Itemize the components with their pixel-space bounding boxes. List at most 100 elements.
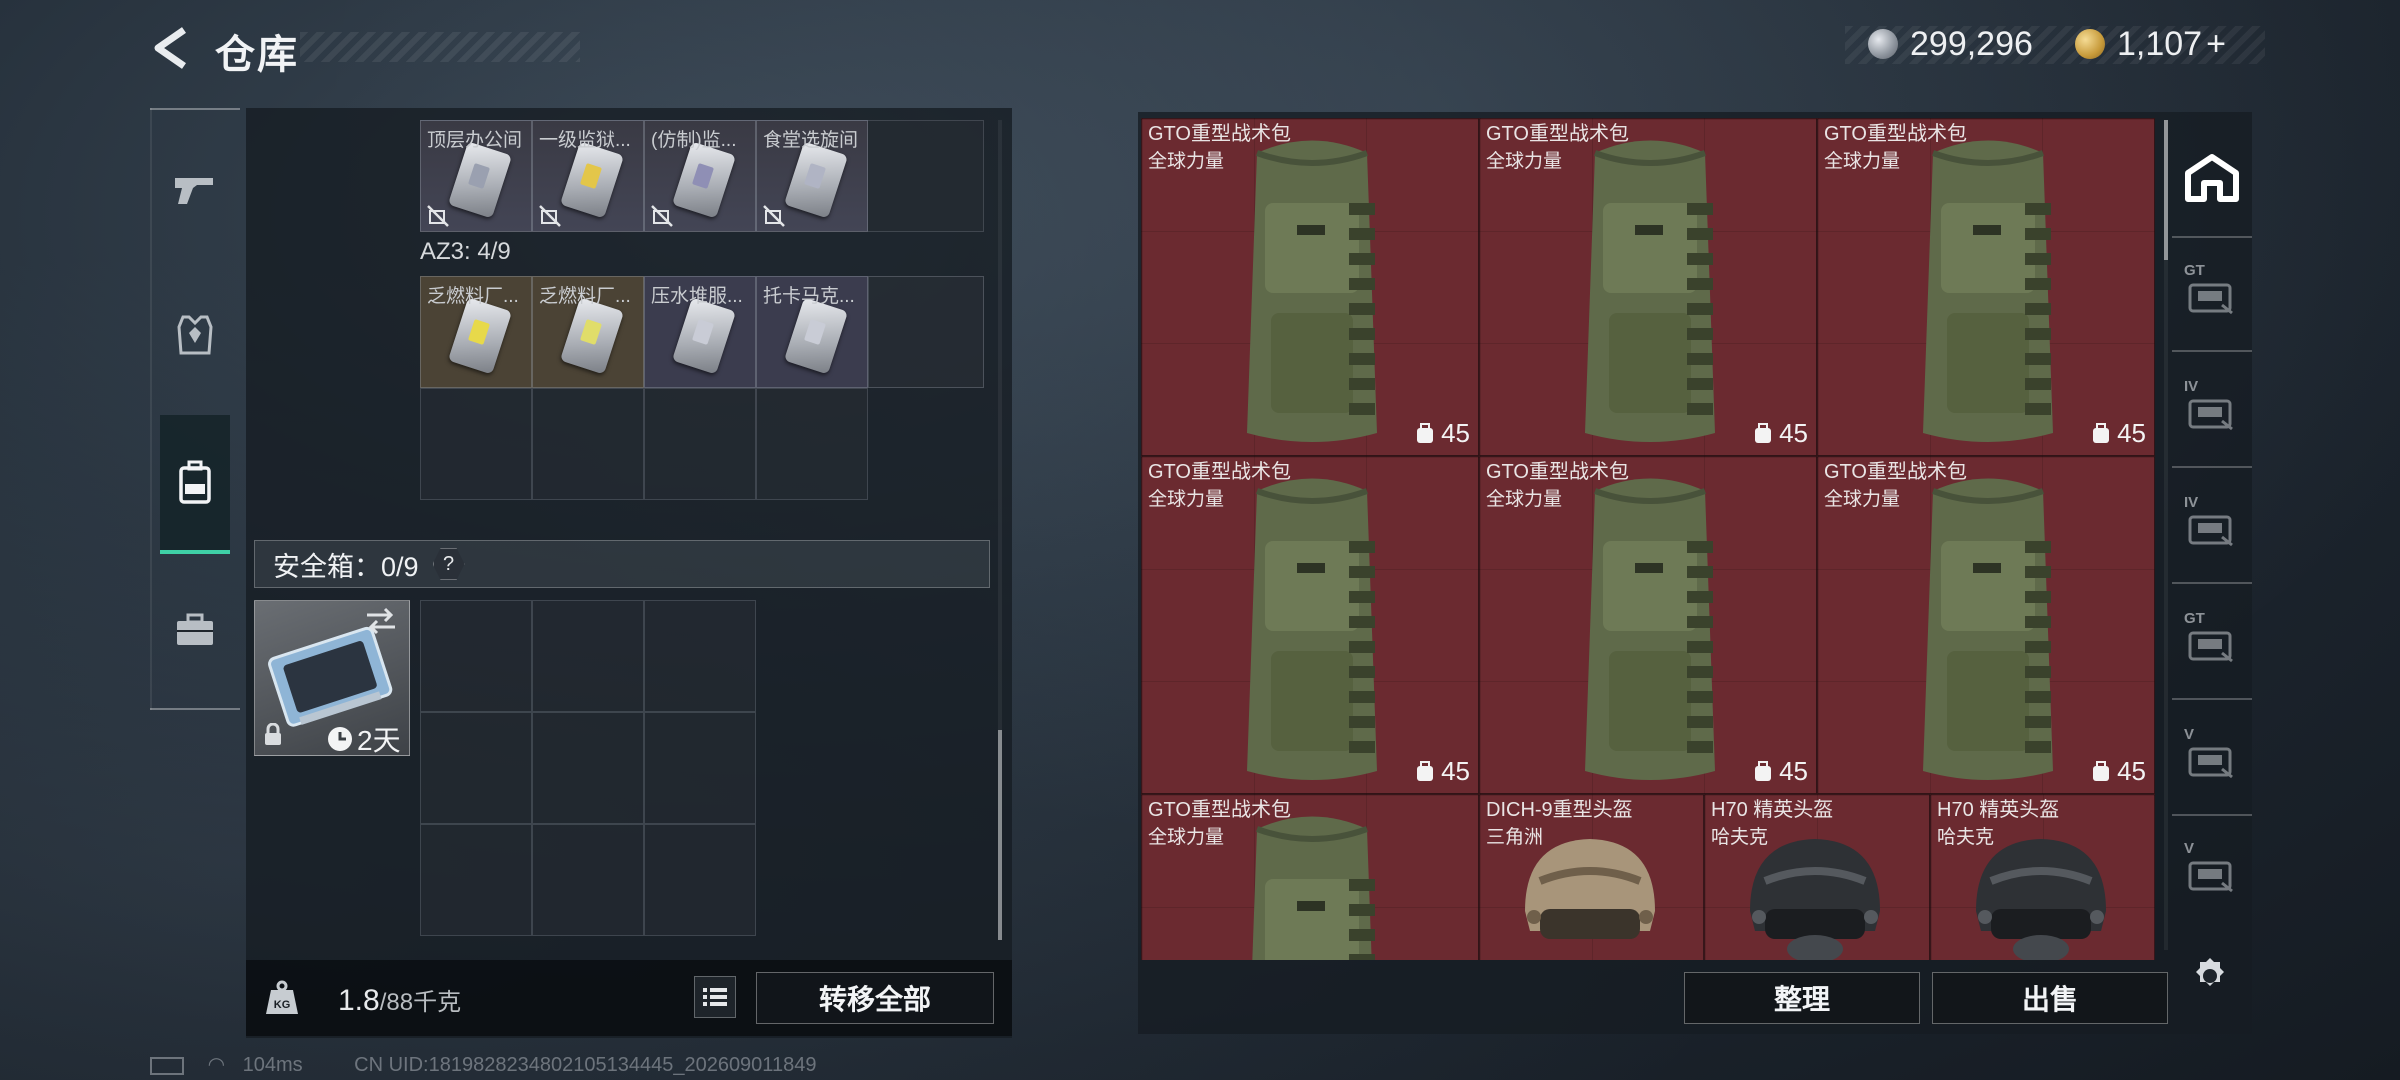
storage-item-name: GTO重型战术包 (1824, 123, 1967, 145)
az-container-label: AZ3: 4/9 (420, 238, 511, 265)
item-art (1237, 133, 1387, 455)
item-capacity: 45 (1753, 756, 1808, 787)
back-arrow-icon[interactable] (150, 26, 194, 70)
item-name: 托卡马克... (763, 286, 855, 307)
safe-box-slot[interactable] (420, 600, 532, 712)
safe-box-slot[interactable] (532, 824, 644, 936)
category-backpack[interactable] (160, 415, 230, 554)
empty-slot[interactable] (420, 388, 532, 500)
item-name: 压水堆服... (651, 286, 743, 307)
safe-box-slot[interactable] (532, 712, 644, 824)
capacity-icon (2093, 760, 2110, 781)
storage-item[interactable]: GTO重型战术包 全球力量 (1141, 794, 1479, 960)
armor-vest-icon (177, 315, 213, 355)
storage-item-faction: 三角洲 (1486, 827, 1544, 848)
container-item[interactable]: 乏燃料厂... (532, 276, 644, 388)
storage-item[interactable]: GTO重型战术包 全球力量 45 (1141, 456, 1479, 794)
storage-scrollbar-thumb[interactable] (2164, 120, 2168, 260)
list-view-button[interactable] (694, 976, 736, 1018)
safe-box-slot[interactable] (532, 600, 644, 712)
item-name: 乏燃料厂... (427, 286, 519, 307)
svg-text:KG: KG (274, 999, 291, 1011)
container-item[interactable]: 顶层办公间 (420, 120, 532, 232)
gold-coin-icon (2075, 29, 2105, 59)
backpack-item-icon (1585, 140, 1715, 442)
item-art (1237, 471, 1387, 793)
capacity-icon (2093, 422, 2110, 443)
item-capacity: 45 (1415, 418, 1470, 449)
home-storage-icon (2185, 154, 2239, 202)
title-decoration (300, 32, 580, 62)
storage-tab-1[interactable] (2182, 148, 2242, 208)
storage-item[interactable]: GTO重型战术包 全球力量 45 (1479, 118, 1817, 456)
item-capacity-value: 45 (1441, 418, 1470, 448)
currency-silver: 299,296 (1868, 22, 2033, 66)
item-name: 顶层办公间 (427, 130, 523, 151)
storage-item[interactable]: H70 精英头盔 哈夫克 (1930, 794, 2155, 960)
item-capacity: 45 (1415, 756, 1470, 787)
storage-item[interactable]: DICH-9重型头盔 三角洲 (1479, 794, 1704, 960)
storage-item[interactable]: H70 精英头盔 哈夫克 (1704, 794, 1930, 960)
empty-slot[interactable] (644, 388, 756, 500)
safe-box-header: 安全箱：0/9 ? (254, 540, 990, 588)
empty-slot[interactable] (756, 388, 868, 500)
storage-tab-2[interactable]: GT (2182, 262, 2242, 322)
empty-slot[interactable] (868, 276, 984, 388)
container-item[interactable]: 托卡马克... (756, 276, 868, 388)
tab-divider (2172, 582, 2252, 584)
item-name: 乏燃料厂... (539, 286, 631, 307)
currency-gold-value: 1,107 (2117, 24, 2203, 63)
storage-item-faction: 全球力量 (1148, 827, 1225, 848)
container-item[interactable]: 一级监狱... (532, 120, 644, 232)
container-item[interactable]: (仿制)监... (644, 120, 756, 232)
storage-tab-label: GT (2184, 610, 2205, 627)
settings-gear-icon[interactable] (2188, 954, 2232, 998)
storage-tab-4[interactable]: IV (2182, 494, 2242, 554)
currency-add-icon[interactable]: + (2206, 25, 2226, 64)
storage-item-faction: 哈夫克 (1937, 827, 1995, 848)
item-art (1237, 809, 1387, 960)
storage-item[interactable]: GTO重型战术包 全球力量 45 (1817, 118, 2155, 456)
transfer-all-button[interactable]: 转移全部 (756, 972, 994, 1024)
container-item[interactable]: 乏燃料厂... (420, 276, 532, 388)
safe-box-slot[interactable] (644, 600, 756, 712)
backpack-item-icon (1585, 478, 1715, 780)
safe-box-slot[interactable] (644, 824, 756, 936)
container-item[interactable]: 食堂选旋间 (756, 120, 868, 232)
currency-gold[interactable]: 1,107 + (2075, 22, 2226, 66)
capacity-icon (1755, 760, 1772, 781)
page-title: 仓库 (215, 33, 299, 77)
weight-current: 1.8 (338, 984, 380, 1017)
safe-box-slot[interactable] (420, 712, 532, 824)
safe-box-label: 安全箱：0/9 (273, 551, 419, 582)
sell-button[interactable]: 出售 (1932, 972, 2168, 1024)
safe-box-item[interactable]: 2天 (254, 600, 410, 756)
category-weapons[interactable] (160, 145, 230, 235)
storage-item[interactable]: GTO重型战术包 全球力量 45 (1141, 118, 1479, 456)
container-item[interactable]: 压水堆服... (644, 276, 756, 388)
help-icon[interactable]: ? (432, 548, 465, 580)
storage-tab-label: IV (2184, 494, 2199, 511)
item-capacity: 45 (1753, 418, 1808, 449)
left-scrollbar-thumb[interactable] (998, 730, 1002, 940)
storage-item[interactable]: GTO重型战术包 全球力量 45 (1479, 456, 1817, 794)
storage-tab-5[interactable]: GT (2182, 610, 2242, 670)
rail-divider (150, 108, 240, 110)
currency-silver-value: 299,296 (1910, 24, 2033, 63)
storage-item[interactable]: GTO重型战术包 全球力量 45 (1817, 456, 2155, 794)
organize-button[interactable]: 整理 (1684, 972, 1920, 1024)
empty-slot[interactable] (532, 388, 644, 500)
tab-divider (2172, 236, 2252, 238)
storage-tab-3[interactable]: IV (2182, 378, 2242, 438)
category-toolbox[interactable] (160, 585, 230, 675)
safe-box-slot[interactable] (420, 824, 532, 936)
safe-box-slot[interactable] (644, 712, 756, 824)
status-bar: ◠ 104ms CN UID:1819828234802105134445_20… (150, 1052, 816, 1077)
storage-tab-7[interactable]: V (2182, 840, 2242, 900)
item-name: 一级监狱... (539, 130, 631, 151)
tab-divider (2172, 466, 2252, 468)
category-armor[interactable] (160, 290, 230, 380)
silver-coin-icon (1868, 29, 1898, 59)
storage-tab-6[interactable]: V (2182, 726, 2242, 786)
battery-icon (150, 1056, 184, 1075)
